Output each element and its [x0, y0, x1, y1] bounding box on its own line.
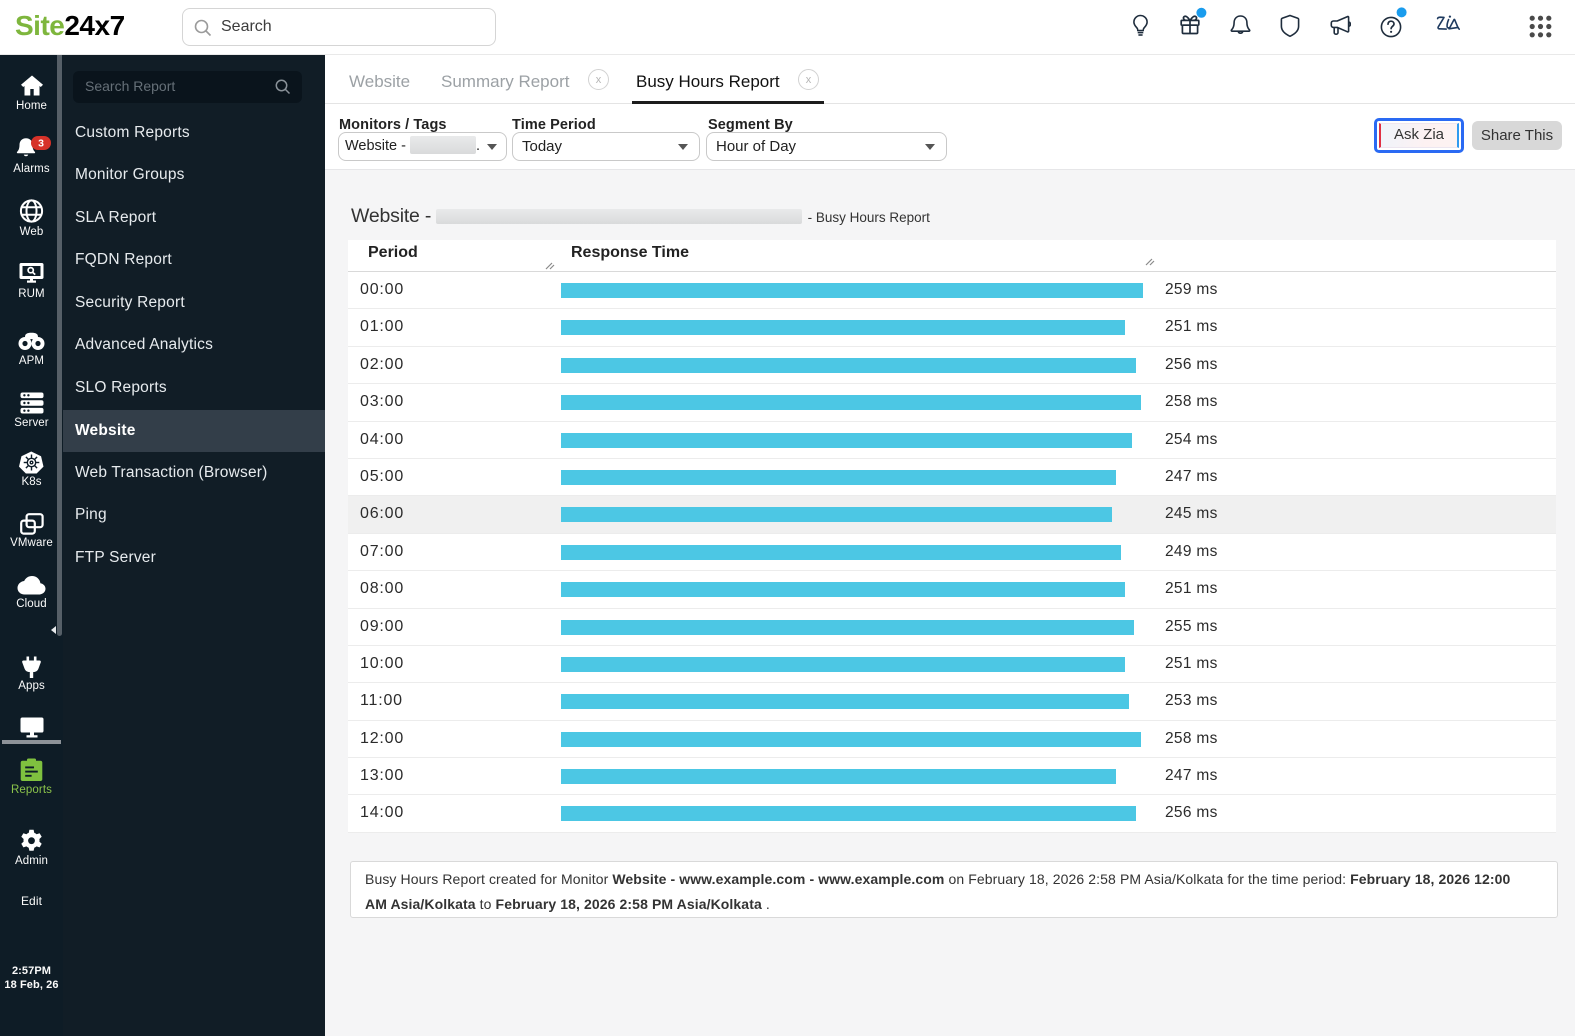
svg-text:3: 3 [38, 138, 44, 150]
